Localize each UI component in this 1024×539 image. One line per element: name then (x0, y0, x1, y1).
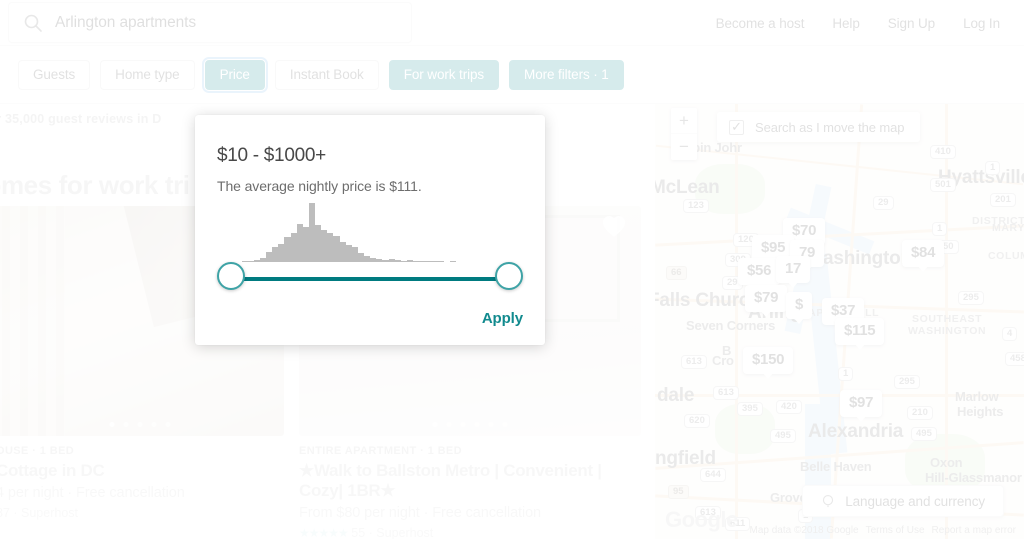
apply-button[interactable]: Apply (482, 310, 523, 327)
price-histogram (217, 200, 523, 262)
slider-min-handle[interactable] (217, 262, 245, 290)
price-range-label: $10 - $1000+ (217, 145, 326, 166)
slider-max-handle[interactable] (495, 262, 523, 290)
price-filter-popover: $10 - $1000+ The average nightly price i… (195, 115, 545, 345)
slider-track[interactable] (231, 277, 509, 281)
average-price-text: The average nightly price is $111. (217, 178, 422, 194)
price-range-slider[interactable] (217, 262, 523, 296)
